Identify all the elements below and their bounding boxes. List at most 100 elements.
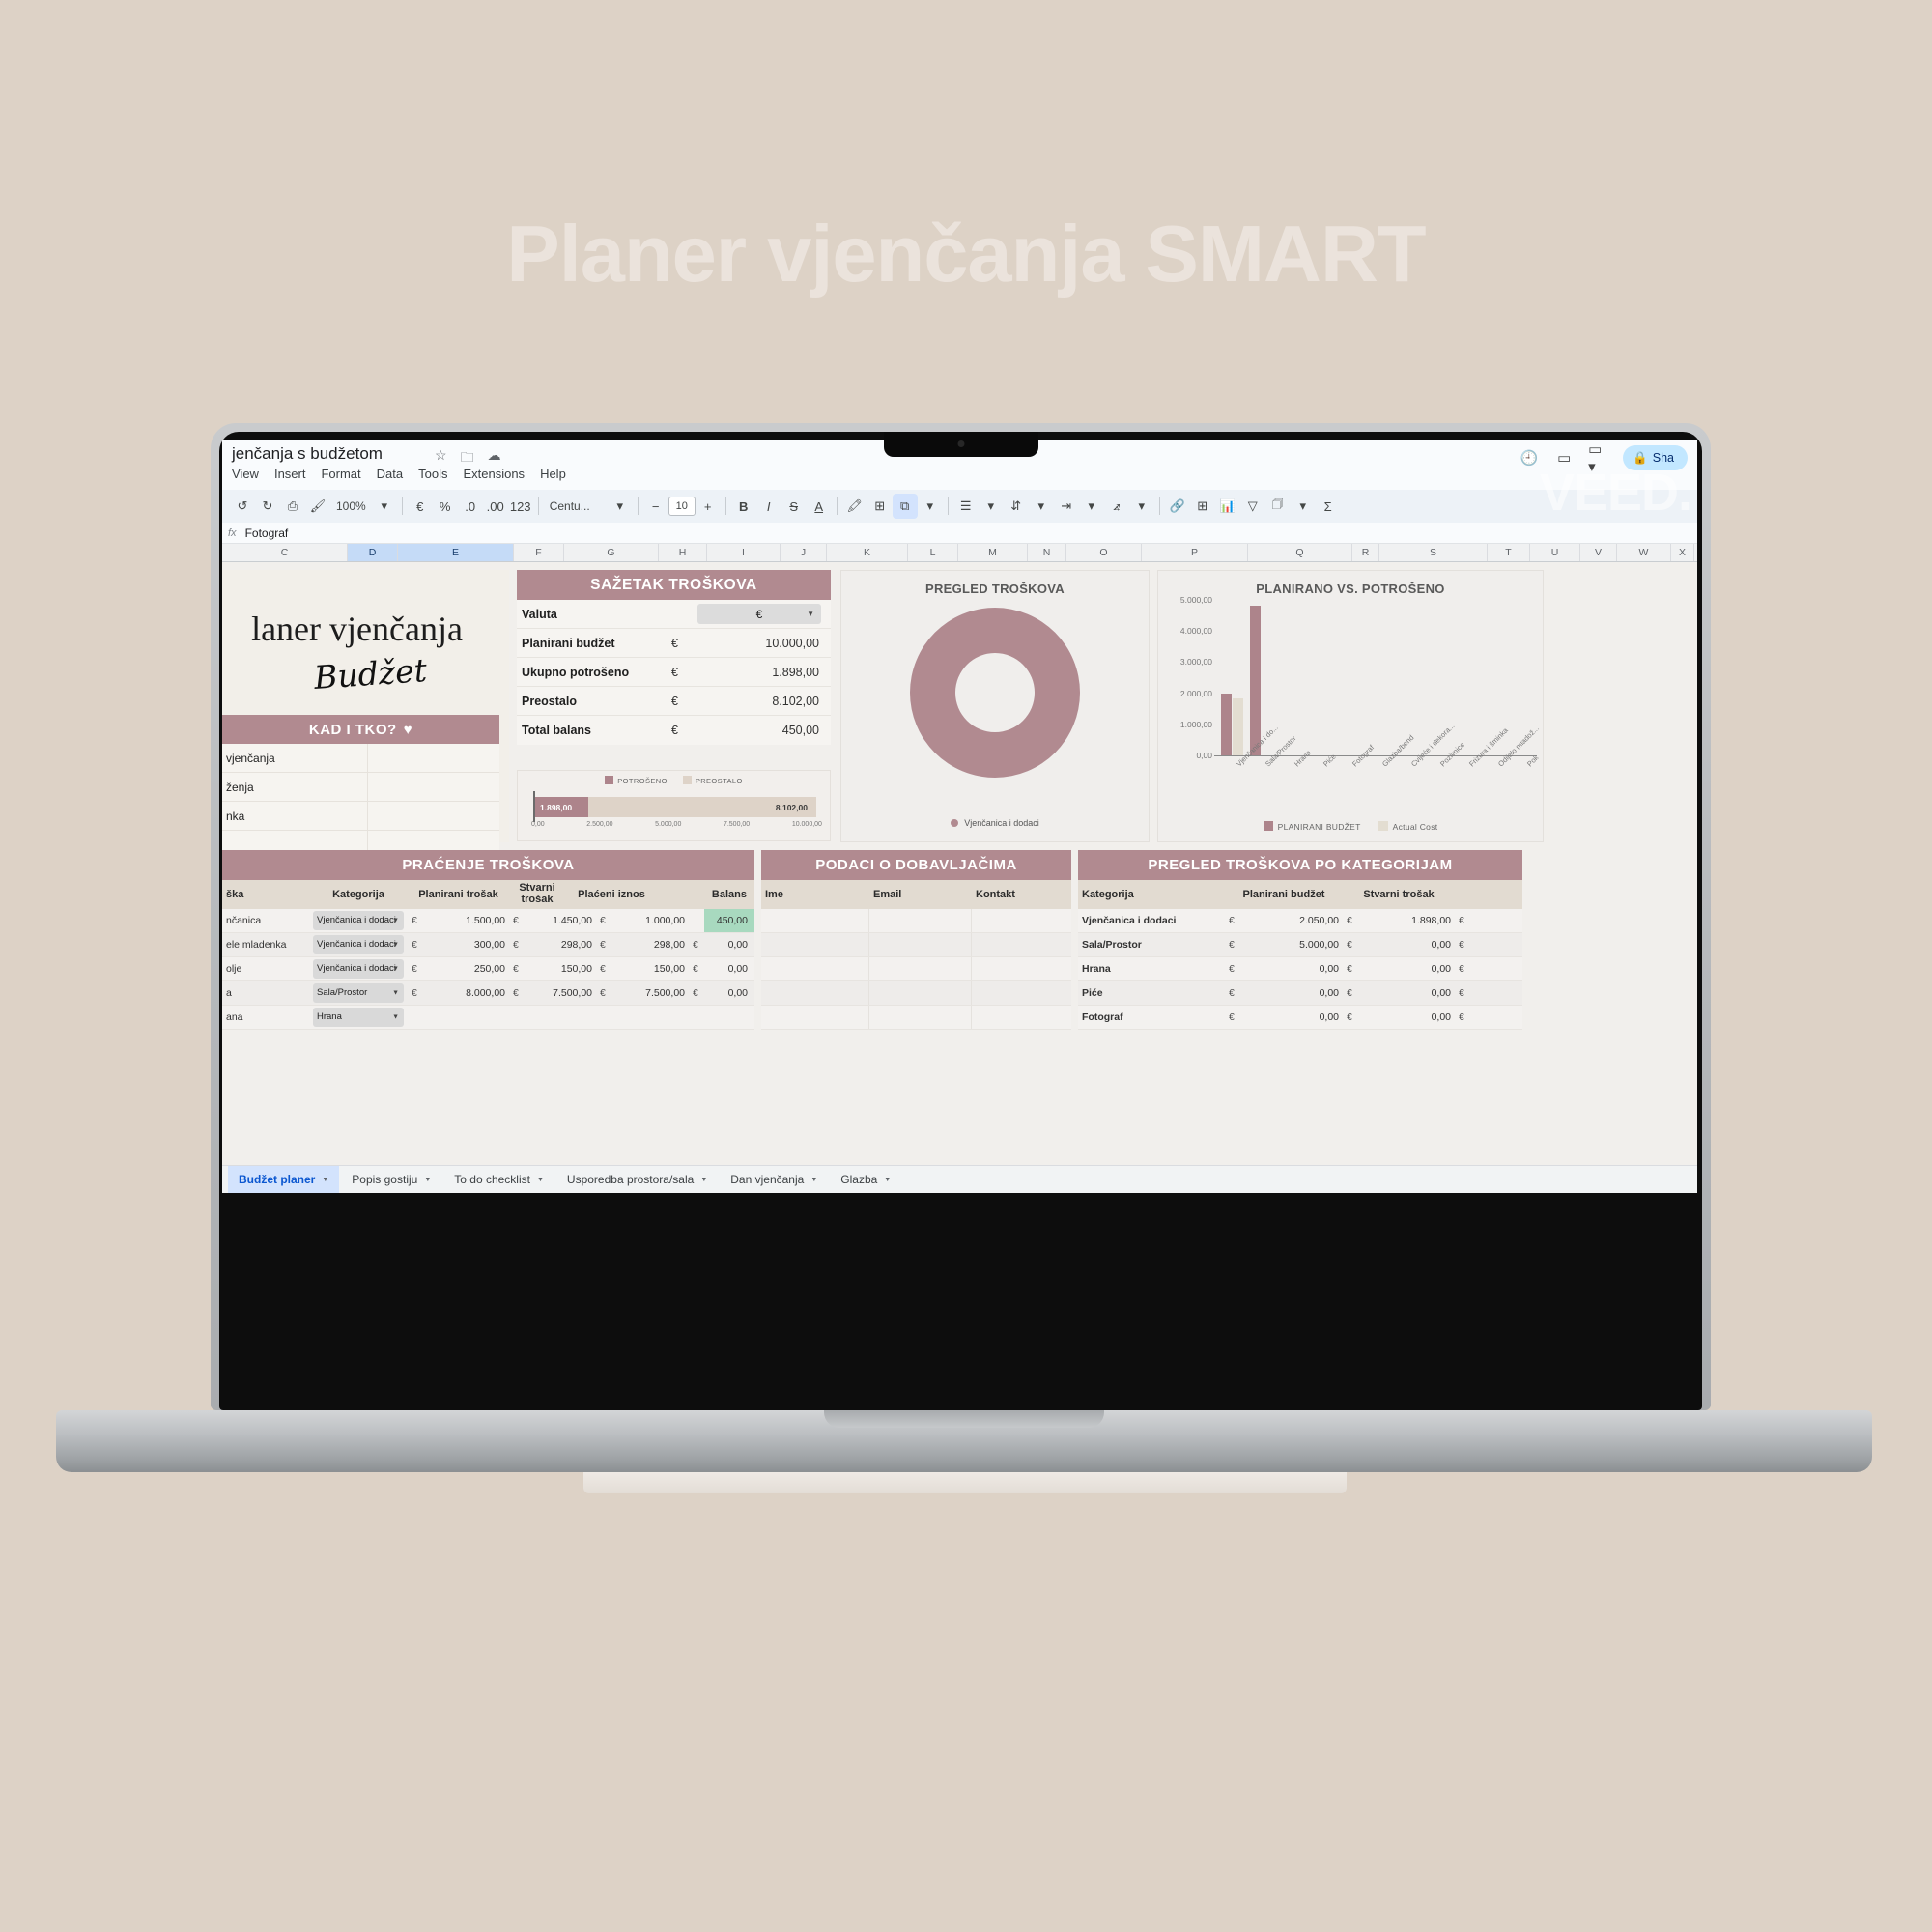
column-header-s[interactable]: S [1379, 544, 1488, 561]
chevron-down-icon[interactable]: ▼ [884, 1177, 891, 1183]
increase-font-size-button[interactable]: + [696, 494, 721, 519]
cell-category[interactable]: Vjenčanica i dodaci ▼ [309, 933, 408, 956]
category-select[interactable]: Sala/Prostor ▼ [313, 983, 404, 1003]
column-header-l[interactable]: L [908, 544, 958, 561]
table-row[interactable]: Hrana €0,00 €0,00 € [1078, 957, 1522, 981]
menu-tools[interactable]: Tools [418, 467, 447, 481]
cell-email[interactable] [869, 909, 972, 932]
table-row[interactable] [761, 957, 1071, 981]
column-header-q[interactable]: Q [1248, 544, 1352, 561]
column-header-f[interactable]: F [514, 544, 564, 561]
table-row[interactable]: ana Hrana ▼ [222, 1006, 754, 1030]
table-row[interactable]: Fotograf €0,00 €0,00 € [1078, 1006, 1522, 1030]
column-header-m[interactable]: M [958, 544, 1028, 561]
menu-extensions[interactable]: Extensions [463, 467, 525, 481]
font-size-input[interactable]: 10 [668, 497, 696, 516]
cell-email[interactable] [869, 957, 972, 980]
cell-kontakt[interactable] [972, 909, 1071, 932]
kad-row-value[interactable] [367, 802, 499, 830]
column-header-p[interactable]: P [1142, 544, 1248, 561]
column-header-o[interactable]: O [1066, 544, 1142, 561]
menu-view[interactable]: View [232, 467, 259, 481]
valign-caret-icon[interactable]: ▾ [1029, 494, 1054, 519]
chevron-down-icon[interactable]: ▼ [700, 1177, 707, 1183]
currency-format-button[interactable]: € [408, 494, 433, 519]
cell-ime[interactable] [761, 933, 869, 956]
share-button[interactable]: 🔒 Sha [1623, 445, 1688, 470]
text-rotation-icon[interactable]: ⦨ [1104, 494, 1129, 519]
table-row[interactable]: ženja [222, 773, 499, 802]
sheet-tab-popis-gostiju[interactable]: Popis gostiju ▼ [341, 1166, 441, 1194]
table-row[interactable]: Piće €0,00 €0,00 € [1078, 981, 1522, 1006]
insert-chart-icon[interactable]: 📊 [1215, 494, 1240, 519]
menu-help[interactable]: Help [540, 467, 566, 481]
present-icon[interactable]: ▭ ▾ [1588, 441, 1609, 475]
cell-ime[interactable] [761, 957, 869, 980]
table-row[interactable]: nčanica Vjenčanica i dodaci ▼ €1.500,00 €1.4… [222, 909, 754, 933]
percent-format-button[interactable]: % [433, 494, 458, 519]
insert-link-icon[interactable]: 🔗 [1165, 494, 1190, 519]
column-header-k[interactable]: K [827, 544, 908, 561]
cell-email[interactable] [869, 933, 972, 956]
cell-category[interactable]: Vjenčanica i dodaci ▼ [309, 909, 408, 932]
table-row[interactable] [761, 933, 1071, 957]
sum-icon[interactable]: Σ [1316, 494, 1341, 519]
increase-decimal-button[interactable]: .00 [483, 494, 508, 519]
decrease-font-size-button[interactable]: − [643, 494, 668, 519]
sheet-tab-usporedba-prostora-sala[interactable]: Usporedba prostora/sala ▼ [556, 1166, 718, 1194]
column-header-n[interactable]: N [1028, 544, 1066, 561]
font-caret-icon[interactable]: ▾ [608, 494, 633, 519]
sheet-tab-dan-vjen-anja[interactable]: Dan vjenčanja ▼ [720, 1166, 828, 1194]
cell-email[interactable] [869, 981, 972, 1005]
table-row[interactable]: vjenčanja [222, 744, 499, 773]
redo-icon[interactable]: ↻ [255, 494, 280, 519]
cell-kontakt[interactable] [972, 1006, 1071, 1029]
print-icon[interactable]: ⎙ [280, 494, 305, 519]
cell-ime[interactable] [761, 909, 869, 932]
text-color-button[interactable]: A [807, 494, 832, 519]
cell-kontakt[interactable] [972, 957, 1071, 980]
zoom-level[interactable]: 100% [330, 494, 372, 519]
cell-email[interactable] [869, 1006, 972, 1029]
merge-cells-icon[interactable]: ⧉ [892, 494, 918, 519]
chevron-down-icon[interactable]: ▼ [322, 1177, 328, 1183]
currency-select[interactable]: € ▼ [697, 604, 821, 624]
document-title[interactable]: jenčanja s budžetom [232, 444, 383, 464]
functions-caret-icon[interactable]: ▾ [1291, 494, 1316, 519]
table-row[interactable] [761, 1006, 1071, 1030]
column-header-j[interactable]: J [781, 544, 827, 561]
strikethrough-button[interactable]: S [781, 494, 807, 519]
horizontal-align-icon[interactable]: ☰ [953, 494, 979, 519]
cell-kontakt[interactable] [972, 981, 1071, 1005]
category-select[interactable]: Vjenčanica i dodaci ▼ [313, 935, 404, 954]
kad-row-value[interactable] [367, 744, 499, 772]
table-row[interactable]: olje Vjenčanica i dodaci ▼ €250,00 €150,00 €1… [222, 957, 754, 981]
wrap-caret-icon[interactable]: ▾ [1079, 494, 1104, 519]
column-header-w[interactable]: W [1617, 544, 1671, 561]
column-header-u[interactable]: U [1530, 544, 1580, 561]
functions-icon[interactable]: 🗇 [1265, 494, 1291, 519]
cell-ime[interactable] [761, 1006, 869, 1029]
paint-format-icon[interactable]: 🖌 [305, 494, 330, 519]
text-wrap-icon[interactable]: ⇥ [1054, 494, 1079, 519]
chevron-down-icon[interactable]: ▼ [810, 1177, 817, 1183]
table-row[interactable] [761, 909, 1071, 933]
menu-data[interactable]: Data [377, 467, 403, 481]
decrease-decimal-button[interactable]: .0 [458, 494, 483, 519]
vertical-align-icon[interactable]: ⇵ [1004, 494, 1029, 519]
category-select[interactable]: Vjenčanica i dodaci ▼ [313, 959, 404, 979]
chevron-down-icon[interactable]: ▼ [537, 1177, 544, 1183]
comment-icon[interactable]: ▭ [1553, 447, 1575, 469]
category-select[interactable]: Hrana ▼ [313, 1008, 404, 1027]
chevron-down-icon[interactable]: ▼ [424, 1177, 431, 1183]
kad-row-value[interactable] [367, 773, 499, 801]
menu-format[interactable]: Format [321, 467, 360, 481]
cell-category[interactable]: Vjenčanica i dodaci ▼ [309, 957, 408, 980]
version-history-icon[interactable]: 🕘 [1519, 447, 1540, 469]
column-header-x[interactable]: X [1671, 544, 1694, 561]
table-row[interactable] [761, 981, 1071, 1006]
column-header-c[interactable]: C [222, 544, 348, 561]
formula-bar[interactable]: fx Fotograf [222, 523, 1697, 544]
menu-insert[interactable]: Insert [274, 467, 306, 481]
table-row[interactable]: Sala/Prostor €5.000,00 €0,00 € [1078, 933, 1522, 957]
